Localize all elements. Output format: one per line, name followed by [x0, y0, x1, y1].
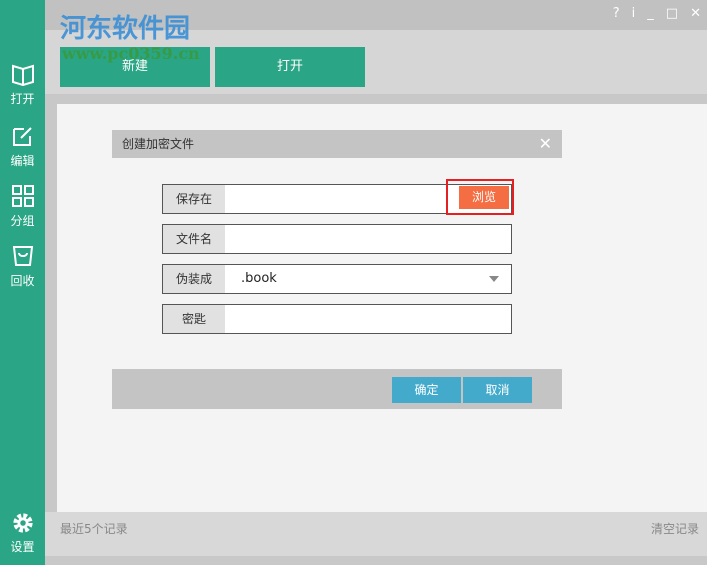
clear-records-link[interactable]: 清空记录 [651, 520, 699, 537]
edit-icon [12, 127, 32, 146]
close-button[interactable]: ✕ [690, 6, 701, 21]
ok-button[interactable]: 确定 [392, 377, 461, 403]
minimize-button[interactable]: _ [647, 6, 654, 21]
browse-highlight: 浏览 [446, 179, 514, 215]
info-icon[interactable]: i [632, 6, 636, 21]
field-value[interactable]: .book [241, 265, 277, 293]
chevron-down-icon[interactable] [489, 276, 499, 282]
sidebar-item-label: 回收 [10, 274, 35, 288]
sidebar-item-open[interactable]: 打开 [0, 62, 45, 107]
disguise-select[interactable]: 伪装成 .book [162, 264, 512, 294]
gear-icon [12, 513, 33, 533]
maximize-button[interactable]: □ [666, 6, 678, 21]
bin-icon [12, 246, 33, 266]
watermark-url: www.pc0359.cn [62, 44, 200, 63]
file-name-field[interactable]: 文件名 [162, 224, 512, 254]
cancel-button[interactable]: 取消 [463, 377, 532, 403]
sidebar-item-settings[interactable]: 设置 [0, 512, 45, 555]
help-icon[interactable]: ? [613, 6, 620, 21]
sidebar: 打开 编辑 分组 回收 设置 [0, 0, 45, 565]
footer: 最近5个记录 清空记录 [45, 512, 707, 556]
sidebar-item-group[interactable]: 分组 [0, 184, 45, 229]
dialog-footer: 确定 取消 [112, 369, 562, 409]
sidebar-item-label: 打开 [10, 92, 35, 106]
field-label: 文件名 [163, 225, 225, 253]
book-icon [11, 64, 34, 86]
browse-button[interactable]: 浏览 [459, 186, 509, 209]
sidebar-item-label: 设置 [10, 540, 35, 554]
field-label: 保存在 [163, 185, 225, 213]
key-field[interactable]: 密匙 [162, 304, 512, 334]
sidebar-item-edit[interactable]: 编辑 [0, 124, 45, 169]
dialog-header: 创建加密文件 ✕ [112, 130, 562, 158]
field-label: 密匙 [163, 305, 225, 333]
sidebar-item-label: 分组 [10, 214, 35, 228]
dialog-title: 创建加密文件 [122, 137, 195, 151]
sidebar-item-label: 编辑 [10, 154, 35, 168]
sidebar-item-recycle[interactable]: 回收 [0, 244, 45, 289]
dialog-close-icon[interactable]: ✕ [539, 130, 552, 158]
recent-records-label: 最近5个记录 [60, 522, 128, 536]
watermark-logo: 河东软件园 [60, 14, 191, 44]
grid-icon [11, 185, 34, 207]
open-button[interactable]: 打开 [215, 47, 365, 87]
field-label: 伪装成 [163, 265, 225, 293]
